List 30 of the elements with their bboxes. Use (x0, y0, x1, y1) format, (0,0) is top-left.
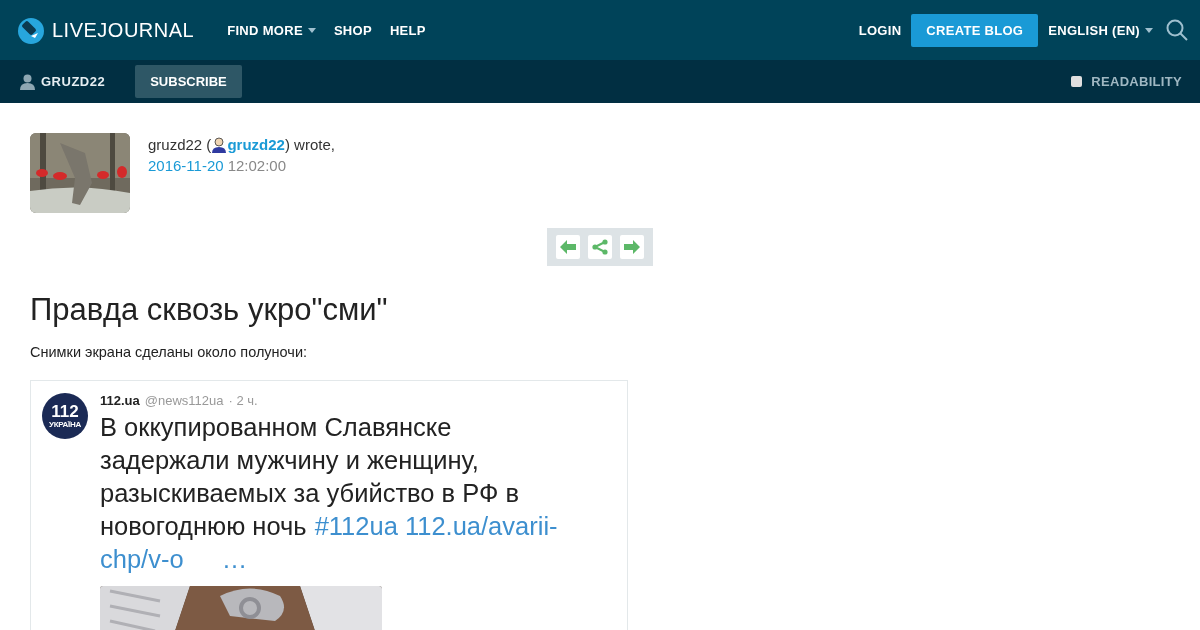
user-icon (211, 136, 228, 153)
journal-user-link[interactable]: GRUZD22 (41, 74, 106, 89)
post-time: 12:02:00 (227, 157, 286, 174)
logo-icon[interactable] (16, 15, 46, 45)
tweet-text: задержали мужчину и женщину, (100, 445, 479, 476)
tweet-time: · 2 ч. (228, 393, 258, 408)
author-name: gruzd22 ( (148, 136, 212, 153)
search-icon[interactable] (1166, 19, 1188, 41)
wrote-text: ) wrote, (284, 136, 335, 153)
tweet-text: разыскиваемых за убийство в РФ в (100, 478, 519, 509)
logo-caption: УКРАЇНА (49, 420, 81, 429)
logo-text[interactable]: LIVEJOURNAL (52, 18, 195, 42)
language-selector[interactable]: ENGLISH (EN) (1048, 22, 1153, 38)
post-text: Снимки экрана сделаны около полуночи: (30, 344, 309, 360)
caret-icon (1145, 27, 1153, 33)
caret-icon (307, 27, 316, 33)
post-title: Правда сквозь укро"сми" (30, 292, 389, 328)
nav-link[interactable]: SHOP (333, 22, 372, 38)
logo-number: 112 (51, 403, 79, 420)
tweet-text: новогоднюю ночь (100, 511, 307, 542)
nav-link[interactable]: HELP (389, 22, 426, 38)
nav-link[interactable]: FIND MORE (227, 22, 316, 38)
tweet-author: 112.ua (100, 393, 140, 408)
tweet-text: В оккупированном Славянске (100, 412, 452, 443)
tweet-handle: @news112ua (144, 393, 224, 408)
readability-checkbox[interactable] (1071, 76, 1083, 87)
user-icon (20, 73, 35, 90)
readability-label[interactable]: READABILITY (1091, 74, 1182, 89)
login-link[interactable]: LOGIN (858, 22, 902, 38)
subscribe-button[interactable]: SUBSCRIBE (135, 65, 242, 98)
